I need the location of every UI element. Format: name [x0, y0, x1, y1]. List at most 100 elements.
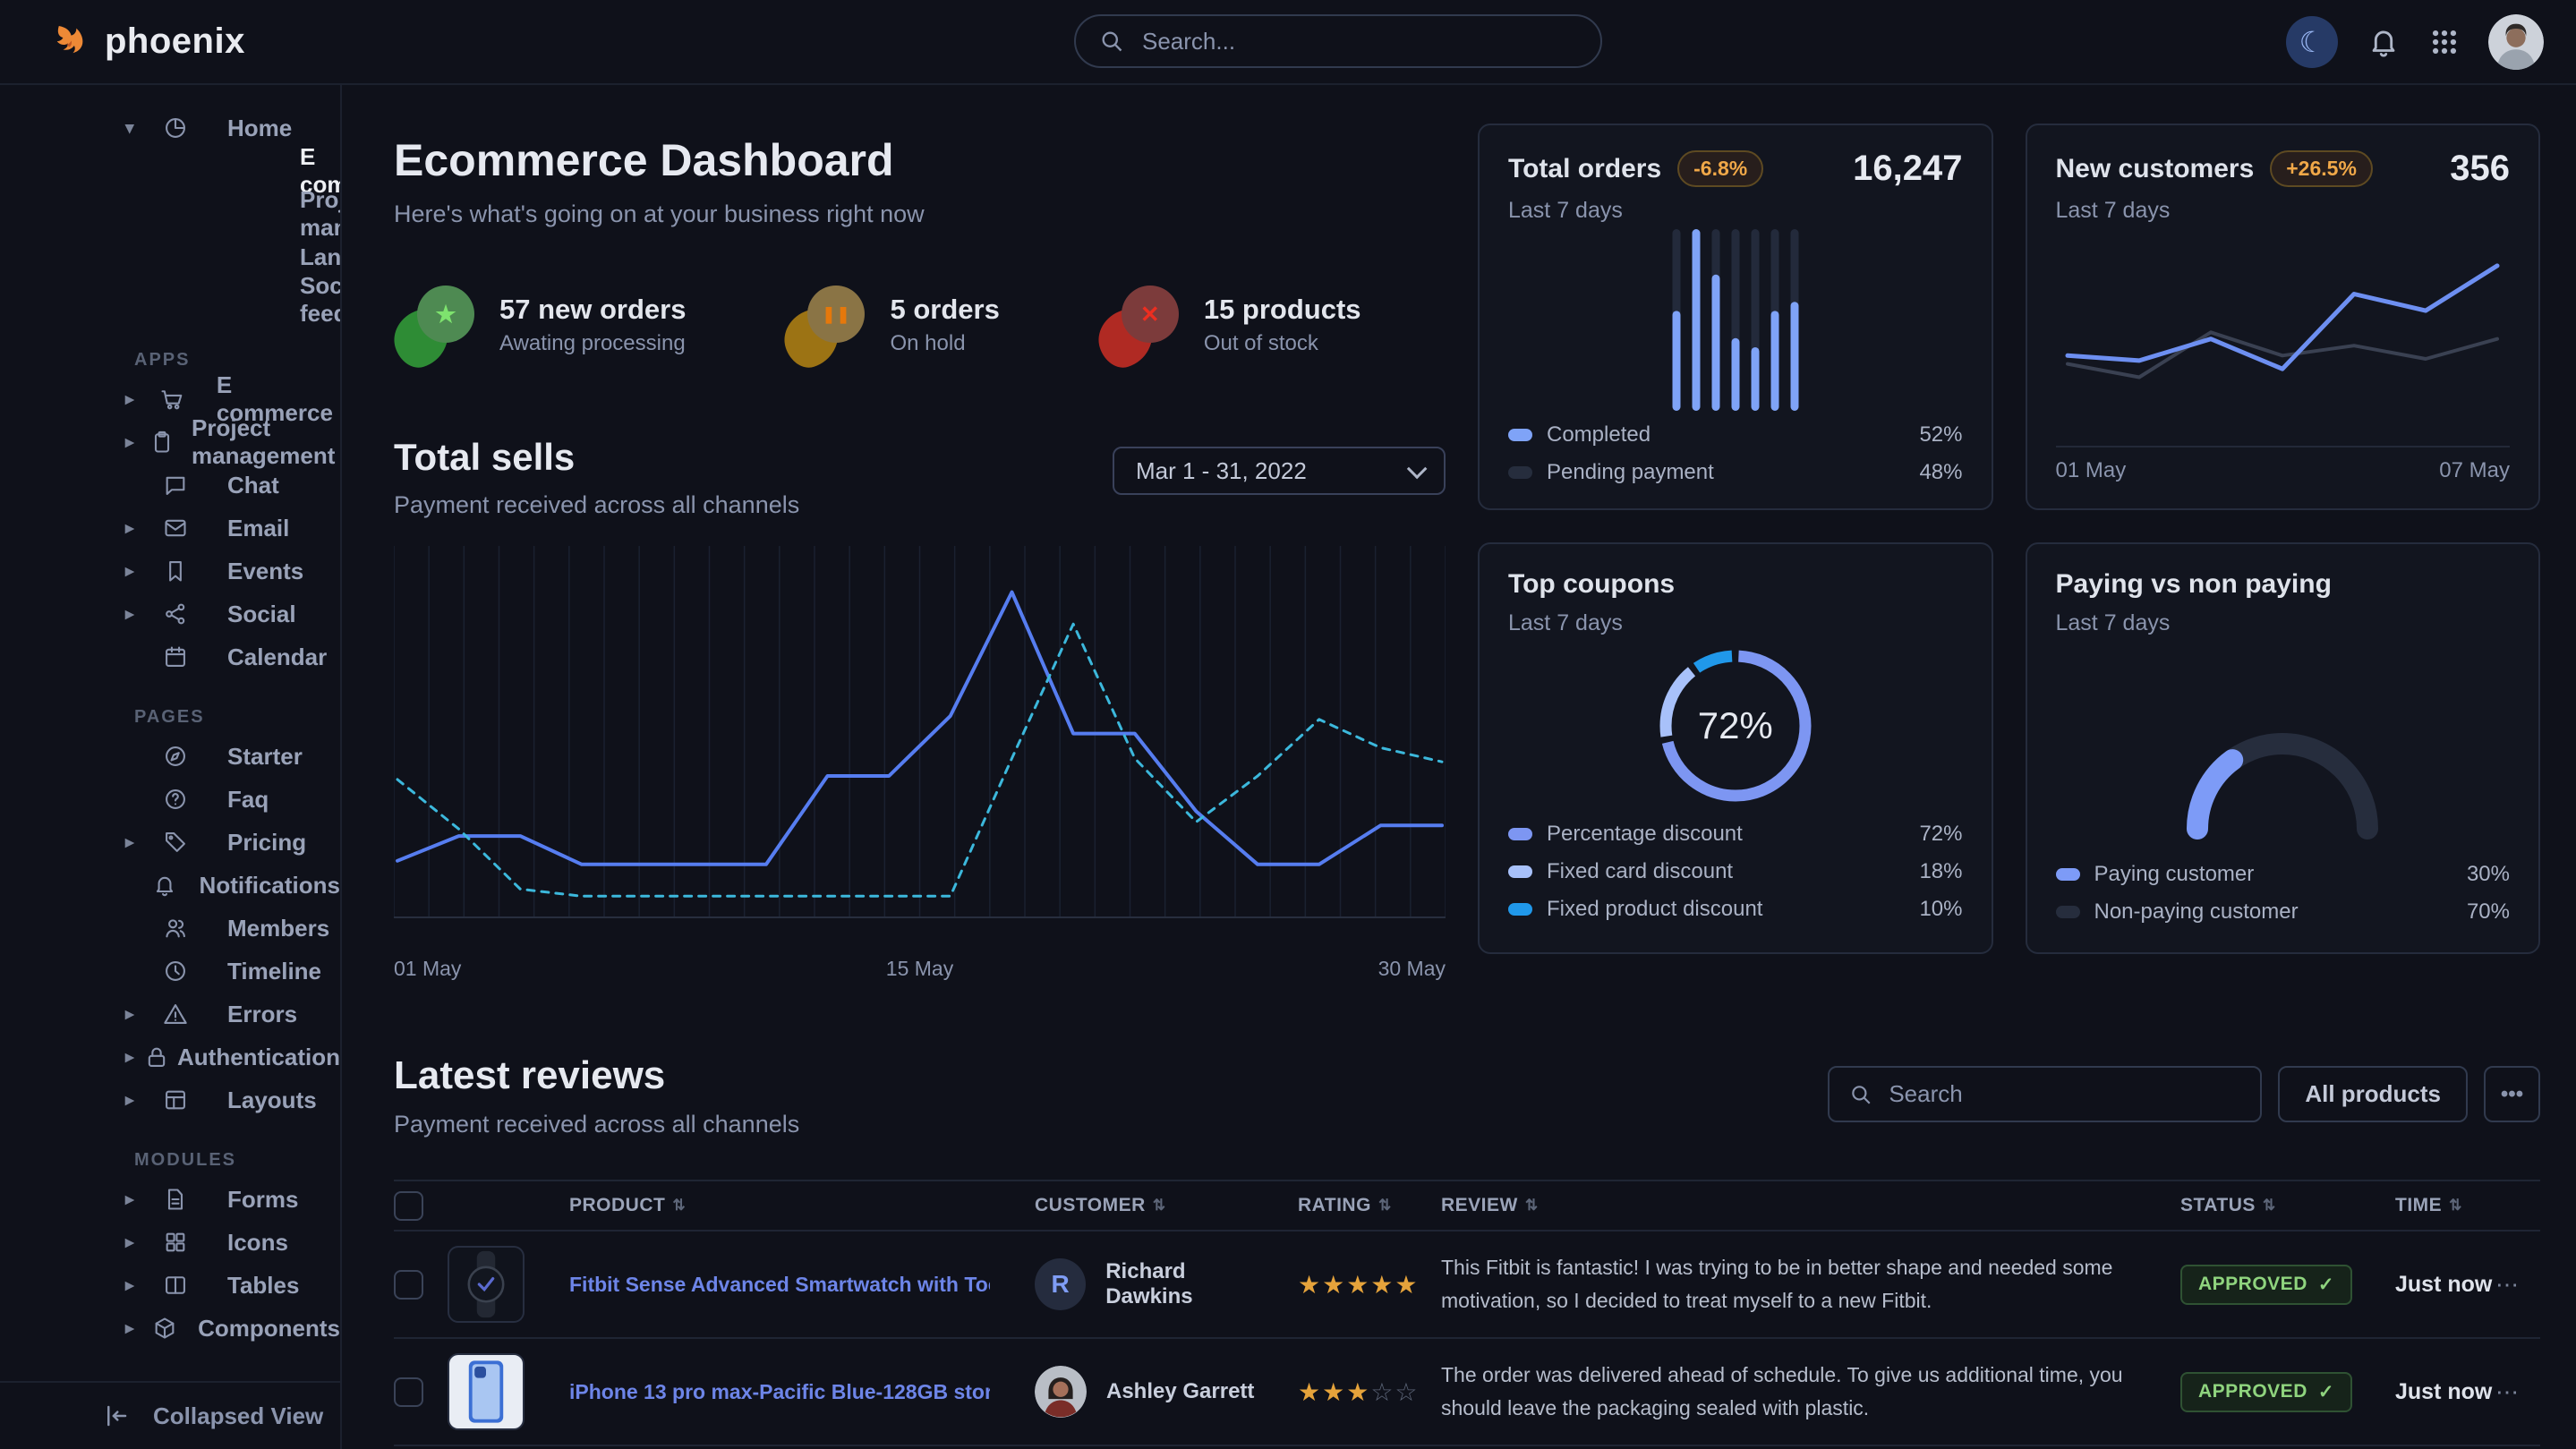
sidebar-item-email[interactable]: ▸Email [0, 507, 340, 550]
caret-right-icon: ▸ [125, 1004, 163, 1025]
legend-swatch [2056, 868, 2080, 881]
legend-fixed-product-discount: Fixed product discount 10% [1508, 891, 1963, 928]
row-more-icon[interactable]: ⋯ [2495, 1271, 2540, 1299]
sidebar-item-pricing[interactable]: ▸Pricing [0, 821, 340, 864]
sidebar-item-tables[interactable]: ▸Tables [0, 1264, 340, 1307]
question-icon [163, 787, 227, 812]
user-avatar[interactable] [2488, 14, 2544, 70]
reviews-search-input[interactable] [1887, 1079, 2240, 1109]
date-range-select[interactable]: Mar 1 - 31, 2022 [1113, 447, 1446, 495]
table-header-row: PRODUCT ⇅CUSTOMER ⇅RATING ⇅REVIEW ⇅STATU… [394, 1180, 2540, 1232]
paying-gauge-chart [2060, 636, 2504, 856]
col-rating[interactable]: RATING ⇅ [1276, 1195, 1420, 1216]
all-products-button[interactable]: All products [2278, 1066, 2468, 1122]
avatar: R [1035, 1258, 1086, 1310]
brand-name: phoenix [105, 21, 245, 62]
sort-icon: ⇅ [2449, 1197, 2462, 1215]
topbar-search[interactable] [1074, 14, 1602, 68]
sidebar-collapse-button[interactable]: Collapsed View [0, 1381, 340, 1449]
sidebar-item-errors[interactable]: ▸Errors [0, 993, 340, 1036]
legend-swatch [1508, 466, 1532, 479]
sidebar-item-layouts[interactable]: ▸Layouts [0, 1078, 340, 1121]
sidebar-item-notifications[interactable]: Notifications [0, 864, 340, 907]
caret-right-icon: ▸ [125, 1189, 163, 1210]
sidebar-item-forms[interactable]: ▸Forms [0, 1178, 340, 1221]
sidebar-subitem-project-management[interactable]: Project management [0, 192, 340, 235]
product-thumbnail [448, 1246, 525, 1323]
legend-fixed-card-discount: Fixed card discount 18% [1508, 853, 1963, 891]
sidebar-subitem-landing[interactable]: Landing [0, 235, 340, 278]
caret-right-icon: ▸ [125, 432, 149, 453]
sidebar-item-calendar[interactable]: Calendar [0, 635, 340, 678]
calendar-icon [163, 644, 227, 669]
sidebar-item-authentication[interactable]: ▸Authentication [0, 1036, 340, 1078]
sidebar-subitem-e-commerce[interactable]: E commerce [0, 149, 340, 192]
col-review[interactable]: REVIEW ⇅ [1420, 1195, 2180, 1216]
col-product[interactable]: PRODUCT ⇅ [569, 1195, 990, 1216]
stat-sub: Awating processing [499, 331, 686, 356]
col-time[interactable]: TIME ⇅ [2395, 1195, 2495, 1216]
sidebar-item-timeline[interactable]: Timeline [0, 950, 340, 993]
card-period: Last 7 days [2056, 198, 2511, 224]
sidebar-subitem-social-feed[interactable]: Social feed [0, 278, 340, 321]
sidebar-item-events[interactable]: ▸Events [0, 550, 340, 592]
sort-icon: ⇅ [1378, 1197, 1392, 1215]
lock-icon [144, 1044, 177, 1070]
row-checkbox[interactable] [394, 1377, 423, 1407]
main-content: Ecommerce Dashboard Here's what's going … [342, 85, 2576, 1449]
col-status[interactable]: STATUS ⇅ [2180, 1195, 2395, 1216]
users-icon [163, 916, 227, 941]
grid-icon [163, 1230, 227, 1255]
sidebar-item-icons[interactable]: ▸Icons [0, 1221, 340, 1264]
caret-right-icon: ▸ [125, 561, 163, 582]
row-checkbox[interactable] [394, 1270, 423, 1300]
stat-5-orders: ❚❚ 5 orders On hold [784, 284, 999, 366]
product-link[interactable]: Fitbit Sense Advanced Smartwatch with To… [569, 1273, 990, 1297]
card-title: Top coupons [1508, 569, 1675, 600]
x-tick: 30 May [1378, 957, 1446, 981]
caret-right-icon: ▸ [125, 1090, 163, 1111]
sidebar-item-components[interactable]: ▸Components [0, 1307, 340, 1350]
sidebar: ▾HomeE commerceProject managementLanding… [0, 85, 342, 1449]
sidebar-nav: ▾HomeE commerceProject managementLanding… [0, 85, 340, 1381]
cart-icon [159, 387, 217, 412]
check-icon: ✓ [2318, 1381, 2334, 1403]
sidebar-item-home[interactable]: ▾Home [0, 107, 340, 149]
x-tick: 15 May [886, 957, 953, 981]
sidebar-item-social[interactable]: ▸Social [0, 592, 340, 635]
card-title: Paying vs non paying [2056, 569, 2332, 600]
columns-icon [163, 1273, 227, 1298]
clipboard-icon [149, 430, 192, 455]
product-thumbnail [448, 1353, 525, 1430]
theme-toggle-moon-icon[interactable]: ☾ [2286, 16, 2338, 68]
stats-row: ★ 57 new orders Awating processing ❚❚ 5 … [394, 284, 1446, 366]
brand[interactable]: phoenix [49, 21, 245, 63]
product-link[interactable]: iPhone 13 pro max-Pacific Blue-128GB sto… [569, 1380, 990, 1404]
bell-icon[interactable] [2367, 25, 2401, 59]
pie-icon [163, 115, 227, 141]
share-icon [163, 601, 227, 626]
reviews-table: PRODUCT ⇅CUSTOMER ⇅RATING ⇅REVIEW ⇅STATU… [394, 1180, 2540, 1449]
card-period: Last 7 days [2056, 610, 2511, 636]
sidebar-item-chat[interactable]: Chat [0, 464, 340, 507]
sidebar-item-members[interactable]: Members [0, 907, 340, 950]
row-more-icon[interactable]: ⋯ [2495, 1378, 2540, 1406]
sidebar-item-project-management[interactable]: ▸Project management [0, 421, 340, 464]
grid-9-icon[interactable] [2429, 27, 2460, 57]
warning-icon [163, 1002, 227, 1027]
legend-swatch [1508, 828, 1532, 840]
legend-paying-customer: Paying customer 30% [2056, 856, 2511, 893]
sidebar-item-starter[interactable]: Starter [0, 735, 340, 778]
rating-stars: ★★★☆☆ [1276, 1377, 1420, 1407]
total-orders-value: 16,247 [1853, 149, 1962, 189]
sidebar-section-label: MODULES [134, 1150, 340, 1171]
col-customer[interactable]: CUSTOMER ⇅ [990, 1195, 1276, 1216]
card-title: New customers [2056, 154, 2255, 184]
more-options-button[interactable]: ••• [2484, 1066, 2540, 1122]
topbar-search-input[interactable] [1140, 27, 1577, 56]
select-all-checkbox[interactable] [394, 1191, 423, 1221]
reviews-search[interactable] [1828, 1066, 2262, 1122]
donut-center-label: 72% [1698, 704, 1773, 747]
sidebar-item-faq[interactable]: Faq [0, 778, 340, 821]
date-range-value: Mar 1 - 31, 2022 [1136, 457, 1307, 485]
